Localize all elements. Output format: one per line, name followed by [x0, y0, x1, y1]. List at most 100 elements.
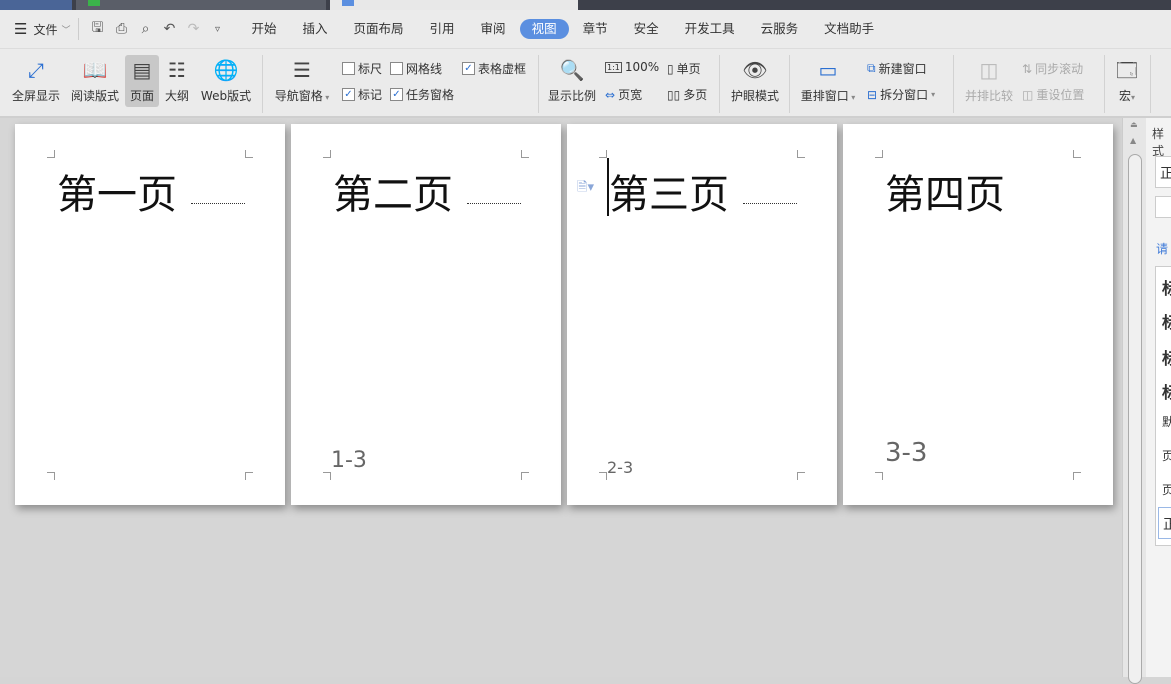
- multi-page-button[interactable]: ▯▯ 多页: [667, 86, 707, 103]
- style-item[interactable]: 页: [1162, 481, 1171, 498]
- vertical-scrollbar[interactable]: ⏏ ▲: [1122, 118, 1146, 684]
- page-heading[interactable]: 第四页: [885, 162, 1005, 220]
- page-3[interactable]: 🗎▾ 第三页 2-3: [567, 124, 837, 505]
- zoom-icon: 🔍: [559, 58, 585, 82]
- fullscreen-button[interactable]: ⤢ 全屏显示: [10, 57, 62, 104]
- tab-chapter[interactable]: 章节: [571, 19, 620, 39]
- file-menu[interactable]: 文件: [33, 21, 57, 38]
- hamburger-icon[interactable]: ☰: [14, 20, 27, 38]
- style-item[interactable]: 默: [1162, 413, 1171, 430]
- style-list[interactable]: 标 标 标 标 默 页 页 正: [1155, 266, 1171, 546]
- margin-corner-mark: [323, 472, 331, 480]
- divider: [262, 55, 263, 113]
- redo-icon[interactable]: ↷: [181, 21, 205, 37]
- style-item[interactable]: 标: [1162, 379, 1171, 403]
- page-width-icon: ⇔: [605, 87, 616, 102]
- check-icon[interactable]: ✓: [462, 62, 475, 75]
- page-2[interactable]: 第二页 1-3: [291, 124, 561, 505]
- style-item-selected[interactable]: 正: [1158, 507, 1171, 539]
- save-icon[interactable]: 🖫: [85, 17, 109, 41]
- tab-cloud[interactable]: 云服务: [749, 19, 811, 39]
- page-heading[interactable]: 第二页: [333, 162, 453, 220]
- style-item[interactable]: 页: [1162, 447, 1171, 464]
- margin-corner-mark: [521, 472, 529, 480]
- eye-mode-button[interactable]: 👁 护眼模式: [728, 57, 782, 104]
- page-width-button[interactable]: ⇔ 页宽: [605, 86, 642, 103]
- page-1[interactable]: 第一页: [15, 124, 285, 505]
- divider: [538, 55, 539, 113]
- macro-button[interactable]: 🗔 宏▾: [1110, 57, 1144, 104]
- zoom-100-button[interactable]: 1:1 100%: [605, 60, 659, 74]
- check-icon[interactable]: ✓: [342, 88, 355, 101]
- scrollbar-thumb[interactable]: [1128, 154, 1142, 684]
- tab-page-layout[interactable]: 页面布局: [342, 19, 416, 39]
- customize-icon[interactable]: ▿: [205, 24, 229, 35]
- print-preview-icon[interactable]: ⌕: [133, 21, 157, 37]
- styles-task-pane: 样式 正 请 标 标 标 标 默 页 页 正: [1146, 118, 1171, 677]
- sync-scroll-button[interactable]: ⇅ 同步滚动: [1022, 60, 1083, 77]
- page-footer[interactable]: 3-3: [885, 438, 927, 468]
- tab-review[interactable]: 审阅: [469, 19, 518, 39]
- gridlines-checkbox[interactable]: 网格线: [390, 60, 442, 77]
- marks-checkbox[interactable]: ✓ 标记: [342, 86, 382, 103]
- active-document-tab[interactable]: [330, 0, 578, 10]
- margin-corner-mark: [521, 150, 529, 158]
- menu-bar: ☰ 文件 ﹀ 🖫 ⎙ ⌕ ↶ ↷ ▿ 开始 插入 页面布局 引用 审阅 视图 章…: [0, 10, 1171, 48]
- divider: [953, 55, 954, 113]
- checkbox[interactable]: [390, 62, 403, 75]
- scroll-up-icon[interactable]: ▲: [1130, 136, 1136, 145]
- current-style-field[interactable]: 正: [1155, 156, 1171, 188]
- new-window-button[interactable]: ⧉ 新建窗口: [867, 60, 927, 77]
- outline-icon: ☷: [168, 58, 186, 82]
- style-item[interactable]: 标: [1162, 275, 1171, 299]
- chevron-down-icon[interactable]: ﹀: [61, 23, 70, 36]
- style-input[interactable]: [1155, 196, 1171, 218]
- tab-developer[interactable]: 开发工具: [673, 19, 747, 39]
- check-icon[interactable]: ✓: [390, 88, 403, 101]
- web-layout-button[interactable]: 🌐 Web版式: [198, 57, 254, 104]
- nav-pane-button[interactable]: ☰ 导航窗格 ▾: [272, 57, 332, 104]
- table-gridlines-checkbox[interactable]: ✓ 表格虚框: [462, 60, 526, 77]
- tab-security[interactable]: 安全: [622, 19, 671, 39]
- scroll-top-icon[interactable]: ⏏: [1130, 120, 1138, 129]
- zoom-button[interactable]: 🔍 显示比例: [546, 57, 598, 104]
- nav-pane-icon: ☰: [293, 58, 311, 82]
- task-pane-checkbox[interactable]: ✓ 任务窗格: [390, 86, 454, 103]
- outline-button[interactable]: ☷ 大纲: [162, 57, 192, 104]
- checkbox[interactable]: [342, 62, 355, 75]
- arrange-windows-button[interactable]: ▭ 重排窗口 ▾: [797, 57, 859, 104]
- page-footer[interactable]: 2-3: [607, 458, 633, 477]
- print-icon[interactable]: ⎙: [109, 21, 133, 37]
- reset-position-button[interactable]: ◫ 重设位置: [1022, 86, 1084, 103]
- ruler-checkbox[interactable]: 标尺: [342, 60, 382, 77]
- side-by-side-icon: ◫: [979, 58, 999, 82]
- tab-view[interactable]: 视图: [519, 19, 569, 39]
- page-icon: ▤: [132, 58, 152, 82]
- tab-start[interactable]: 开始: [239, 19, 288, 39]
- style-item[interactable]: 标: [1162, 345, 1171, 369]
- reset-position-icon: ◫: [1022, 87, 1034, 102]
- page-4[interactable]: 第四页 3-3: [843, 124, 1113, 505]
- multi-page-icon: ▯▯: [667, 87, 681, 102]
- page-view-button[interactable]: ▤ 页面: [125, 55, 159, 107]
- divider: [1104, 55, 1105, 113]
- page-heading[interactable]: 第三页: [609, 162, 729, 220]
- style-item[interactable]: 标: [1162, 309, 1171, 333]
- document-area[interactable]: 第一页 第二页 1-3 🗎▾ 第三页 2-3 第四页 3-3: [0, 118, 1122, 677]
- page-heading[interactable]: 第一页: [57, 162, 177, 220]
- tab-references[interactable]: 引用: [418, 19, 467, 39]
- margin-corner-mark: [599, 472, 607, 480]
- header-line: [743, 203, 797, 204]
- app-tab[interactable]: [0, 0, 72, 10]
- split-window-button[interactable]: ⊟ 拆分窗口 ▾: [867, 86, 935, 103]
- paragraph-options-icon[interactable]: 🗎▾: [577, 178, 594, 200]
- undo-icon[interactable]: ↶: [157, 21, 181, 37]
- single-page-button[interactable]: ▯ 单页: [667, 60, 701, 77]
- reading-mode-button[interactable]: 📖 阅读版式: [68, 57, 122, 104]
- tab-insert[interactable]: 插入: [291, 19, 340, 39]
- page-footer[interactable]: 1-3: [331, 448, 367, 473]
- side-by-side-button[interactable]: ◫ 并排比较: [962, 57, 1016, 104]
- book-icon: 📖: [82, 58, 108, 82]
- document-tab[interactable]: [76, 0, 326, 10]
- tab-doc-assistant[interactable]: 文档助手: [812, 19, 886, 39]
